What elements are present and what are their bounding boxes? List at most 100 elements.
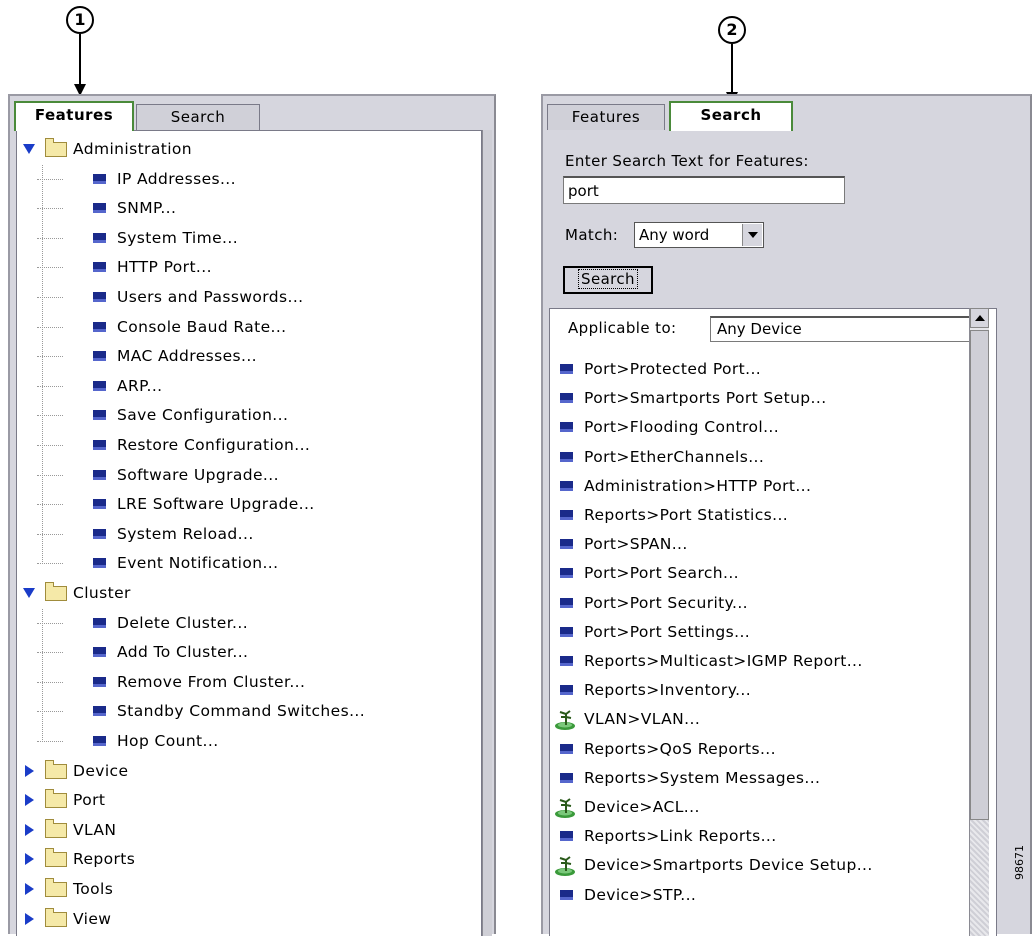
scroll-track[interactable] <box>970 820 989 936</box>
tree-connector <box>37 385 63 387</box>
expand-down-icon[interactable] <box>23 144 35 154</box>
tree-item[interactable]: MAC Addresses... <box>17 342 481 371</box>
tab-features[interactable]: Features <box>14 101 134 131</box>
search-results: Applicable to: Any Device Port>Protected… <box>549 308 997 936</box>
tree-label: SNMP... <box>117 199 177 218</box>
tree-item[interactable]: System Reload... <box>17 520 481 549</box>
feature-icon <box>560 539 573 550</box>
applicable-to-field[interactable]: Any Device <box>710 316 972 342</box>
tree-label: Reports <box>73 850 136 869</box>
feature-icon <box>93 232 106 243</box>
feature-icon <box>93 203 106 214</box>
tree-item[interactable]: Hop Count... <box>17 727 481 756</box>
tree-label: HTTP Port... <box>117 258 212 277</box>
tree-item[interactable]: Users and Passwords... <box>17 283 481 312</box>
folder-icon <box>45 138 67 157</box>
scroll-up-arrow-icon[interactable] <box>970 308 989 328</box>
tree-folder[interactable]: VLAN <box>17 816 481 845</box>
tree-folder[interactable]: View <box>17 905 481 934</box>
tree-label: Port <box>73 791 106 810</box>
tree-item[interactable]: System Time... <box>17 224 481 253</box>
tree-item[interactable]: Event Notification... <box>17 549 481 578</box>
expand-right-icon[interactable] <box>25 912 34 925</box>
tree-label: Standby Command Switches... <box>117 702 366 721</box>
tree-folder[interactable]: Reports <box>17 845 481 874</box>
tree-connector <box>37 533 63 535</box>
tree-item[interactable]: Console Baud Rate... <box>17 313 481 342</box>
feature-icon <box>560 831 573 842</box>
tree-label: Device <box>73 761 129 780</box>
feature-icon <box>560 772 573 783</box>
expand-right-icon[interactable] <box>25 764 34 777</box>
tree-connector <box>37 652 63 654</box>
tree-label: System Reload... <box>117 524 254 543</box>
expand-right-icon[interactable] <box>25 883 34 895</box>
tree-item[interactable]: Save Configuration... <box>17 401 481 430</box>
tree-folder[interactable]: Administration <box>17 135 481 164</box>
tree-item[interactable]: Remove From Cluster... <box>17 668 481 697</box>
expand-down-icon[interactable] <box>23 588 35 598</box>
tree-folder[interactable]: Cluster <box>17 579 481 608</box>
tree-connector <box>37 237 63 239</box>
tree-connector <box>37 504 63 506</box>
tree-item[interactable]: Software Upgrade... <box>17 461 481 490</box>
tree-scrollbar[interactable] <box>482 130 492 936</box>
expand-right-icon[interactable] <box>25 853 34 866</box>
tree-item[interactable]: Add To Cluster... <box>17 638 481 667</box>
feature-icon <box>560 626 573 637</box>
feature-icon <box>560 480 573 491</box>
result-label: Port>Port Search... <box>584 564 740 583</box>
callout-2: 2 <box>718 16 746 44</box>
tree-connector <box>37 415 63 417</box>
tree-connector <box>37 356 63 358</box>
feature-icon <box>93 321 106 332</box>
tree-item[interactable]: Restore Configuration... <box>17 431 481 460</box>
result-label: Administration>HTTP Port... <box>584 476 812 495</box>
feature-icon <box>560 656 573 666</box>
match-select[interactable]: Any word <box>634 222 764 248</box>
feature-icon <box>560 597 573 608</box>
tree-item[interactable]: SNMP... <box>17 194 481 223</box>
expand-right-icon[interactable] <box>25 794 34 807</box>
folder-icon <box>45 789 67 809</box>
tree-label: Add To Cluster... <box>117 643 249 662</box>
tree-connector <box>37 267 63 269</box>
tree-item[interactable]: HTTP Port... <box>17 253 481 282</box>
match-select-value: Any word <box>639 226 710 244</box>
result-label: Reports>Inventory... <box>584 681 752 700</box>
tab-search[interactable]: Search <box>669 101 793 131</box>
feature-icon <box>560 364 573 374</box>
feature-icon <box>93 469 106 480</box>
scroll-thumb[interactable] <box>970 330 989 820</box>
folder-icon <box>45 848 67 868</box>
tree-connector <box>37 178 63 180</box>
tree-folder[interactable]: Tools <box>17 875 481 904</box>
result-label: VLAN>VLAN... <box>584 710 701 729</box>
tree-folder[interactable]: Device <box>17 757 481 786</box>
tree-item[interactable]: Standby Command Switches... <box>17 697 481 726</box>
tree-label: Tools <box>73 880 114 898</box>
expand-right-icon[interactable] <box>25 823 34 836</box>
tree-item[interactable]: Delete Cluster... <box>17 609 481 638</box>
tree-item[interactable]: ARP... <box>17 372 481 401</box>
feature-icon <box>560 743 573 754</box>
tree-connector <box>37 563 63 565</box>
tree-label: LRE Software Upgrade... <box>117 495 315 514</box>
tree-item[interactable]: LRE Software Upgrade... <box>17 490 481 519</box>
chevron-down-icon[interactable] <box>742 224 762 246</box>
feature-icon <box>93 410 106 421</box>
tree-connector <box>37 474 63 476</box>
search-input[interactable] <box>563 176 845 204</box>
result-label: Reports>Port Statistics... <box>584 506 789 524</box>
tree-label: View <box>73 909 112 928</box>
tree-folder[interactable]: Port <box>17 786 481 815</box>
tab-search[interactable]: Search <box>136 104 260 130</box>
search-button[interactable]: Search <box>563 266 653 294</box>
tree-item[interactable]: IP Addresses... <box>17 165 481 194</box>
applicable-to-label: Applicable to: <box>568 319 677 337</box>
wizard-icon <box>555 710 575 731</box>
results-scrollbar[interactable] <box>969 308 989 936</box>
tab-features[interactable]: Features <box>547 104 665 130</box>
result-label: Port>Port Settings... <box>584 622 751 641</box>
folder-icon <box>45 759 67 779</box>
